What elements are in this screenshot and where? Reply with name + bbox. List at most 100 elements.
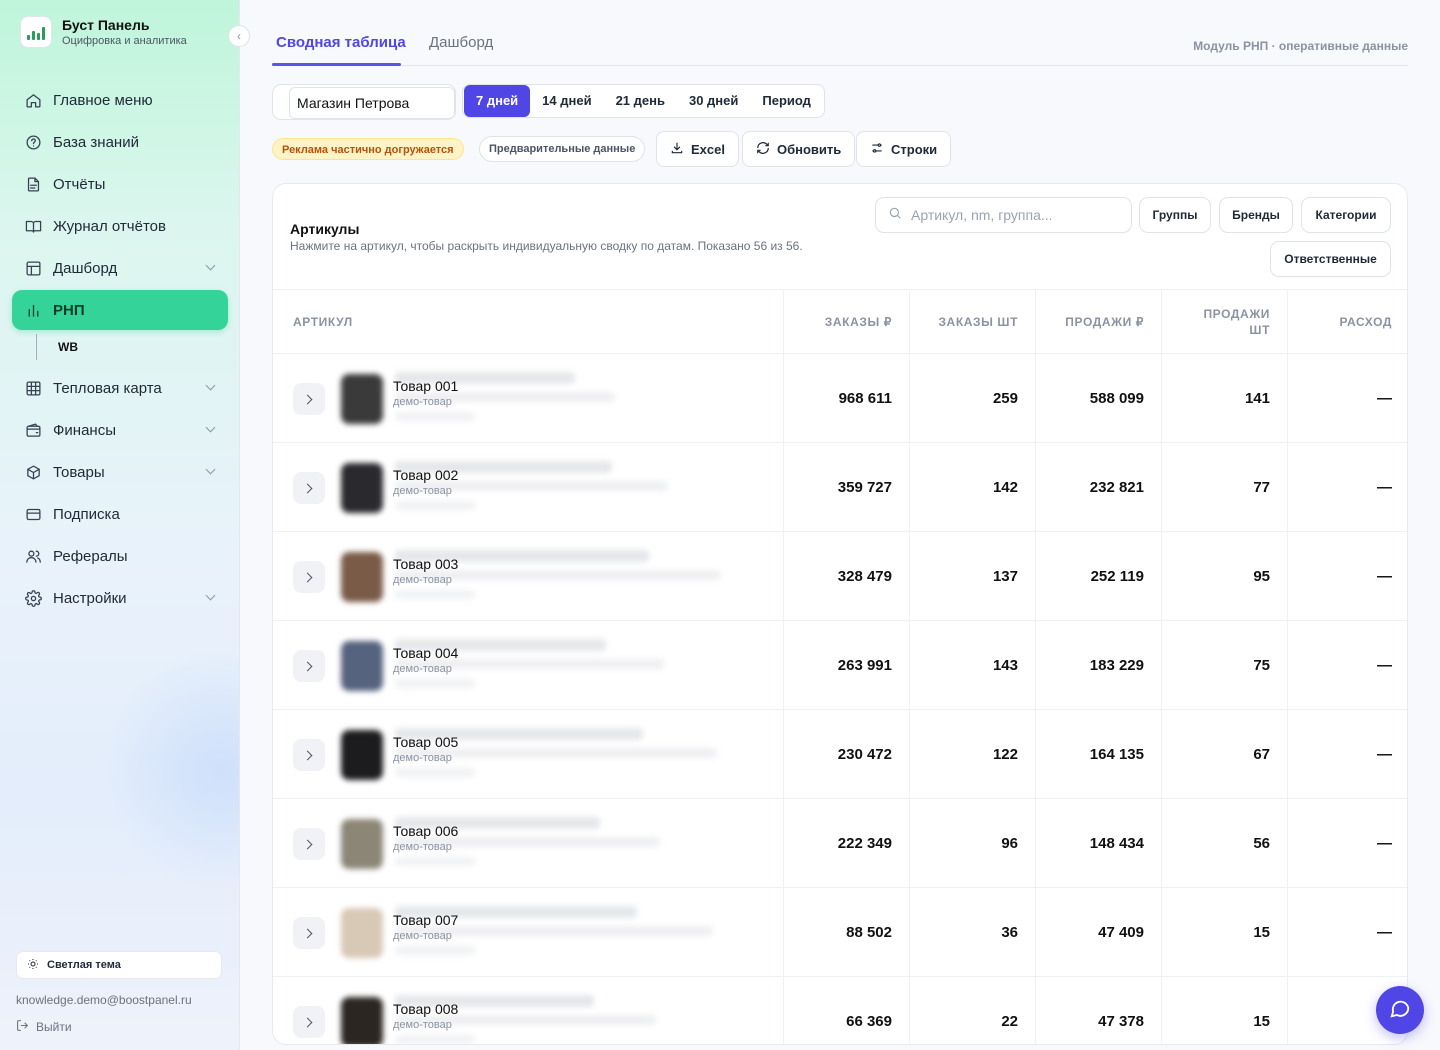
product-name[interactable]: Товар 005 — [393, 734, 458, 750]
categories-filter-button[interactable]: Категории — [1301, 197, 1391, 233]
support-chat-button[interactable] — [1376, 986, 1424, 1034]
cell-orders-qty: 96 — [909, 799, 1035, 888]
table-row[interactable]: Товар 002 демо-товар 359 727 142 232 821 77— — [273, 443, 1407, 532]
table-row[interactable]: Товар 004 демо-товар 263 991 143 183 229 75— — [273, 621, 1407, 710]
cell-sales-qty: 56 — [1161, 799, 1287, 888]
product-name[interactable]: Товар 008 — [393, 1001, 458, 1017]
store-select[interactable]: Магазин Петрова — [272, 84, 456, 120]
collapse-sidebar-button[interactable]: ‹ — [228, 25, 250, 47]
preliminary-data-badge: Предварительные данные — [479, 136, 646, 162]
book-open-icon — [24, 217, 42, 235]
sidebar-item-label: Рефералы — [53, 547, 128, 565]
chat-bubble-icon — [1389, 997, 1411, 1024]
user-email: knowledge.demo@boostpanel.ru — [16, 993, 192, 1007]
column-header[interactable]: ПРОДАЖИ ШТ — [1161, 290, 1287, 354]
product-name[interactable]: Товар 007 — [393, 912, 458, 928]
expand-row-button[interactable] — [293, 739, 325, 771]
expand-row-button[interactable] — [293, 917, 325, 949]
expand-row-button[interactable] — [293, 561, 325, 593]
period-option[interactable]: 7 дней — [464, 85, 531, 117]
layout-icon — [24, 259, 42, 277]
tab-dashboard[interactable]: Дашборд — [429, 34, 493, 51]
sidebar-item-products[interactable]: Товары — [12, 452, 228, 492]
column-header[interactable]: ЗАКАЗЫ ШТ — [909, 290, 1035, 354]
tab-summary-table[interactable]: Сводная таблица — [276, 34, 406, 51]
column-header[interactable]: АРТИКУЛ — [273, 290, 783, 354]
table-row[interactable]: Товар 003 демо-товар 328 479 137 252 119 95— — [273, 532, 1407, 621]
chevron-down-icon — [205, 422, 216, 433]
cell-orders-qty: 22 — [909, 977, 1035, 1044]
cell-sales-rub: 232 821 — [1035, 443, 1161, 532]
table-row[interactable]: Товар 005 демо-товар 230 472 122 164 135 67— — [273, 710, 1407, 799]
column-header[interactable]: РАСХОД — [1287, 290, 1407, 354]
sidebar: Буст Панель Оцифровка и аналитика Главно… — [0, 0, 240, 1050]
expand-row-button[interactable] — [293, 650, 325, 682]
gear-icon — [24, 589, 42, 607]
table-row[interactable]: Товар 007 демо-товар 88 502 36 47 409 15— — [273, 888, 1407, 977]
store-select-value: Магазин Петрова — [289, 87, 455, 119]
sidebar-subitem-wb[interactable]: WB — [36, 334, 228, 360]
column-header[interactable]: ЗАКАЗЫ ₽ — [783, 290, 909, 354]
sidebar-item-label: Финансы — [53, 421, 116, 439]
sidebar-item-label: Дашборд — [53, 259, 118, 277]
blurred-text — [395, 412, 475, 421]
cell-expense: — — [1287, 710, 1407, 799]
refresh-icon — [756, 141, 770, 158]
sidebar-item-home[interactable]: Главное меню — [12, 80, 228, 120]
sidebar-item-heatmap[interactable]: Тепловая карта — [12, 368, 228, 408]
articles-table-card: Артикулы Нажмите на артикул, чтобы раскр… — [272, 183, 1408, 1045]
blurred-text — [395, 946, 475, 955]
rows-settings-button[interactable]: Строки — [856, 131, 952, 167]
theme-toggle-button[interactable]: Светлая тема — [16, 951, 222, 979]
groups-filter-button[interactable]: Группы — [1139, 197, 1211, 233]
cell-orders-rub: 88 502 — [783, 888, 909, 977]
table-row[interactable]: Товар 008 демо-товар 66 369 22 47 378 15 — [273, 977, 1407, 1044]
column-header[interactable]: ПРОДАЖИ ₽ — [1035, 290, 1161, 354]
cell-orders-rub: 230 472 — [783, 710, 909, 799]
chevron-down-icon — [205, 380, 216, 391]
sidebar-item-dashboard[interactable]: Дашборд — [12, 248, 228, 288]
product-photo — [341, 997, 383, 1044]
product-name[interactable]: Товар 006 — [393, 823, 458, 839]
excel-export-button[interactable]: Excel — [656, 131, 739, 167]
brand[interactable]: Буст Панель Оцифровка и аналитика — [20, 16, 187, 48]
responsible-filter-button[interactable]: Ответственные — [1270, 241, 1391, 277]
expand-row-button[interactable] — [293, 1006, 325, 1038]
sidebar-item-rnp[interactable]: РНП — [12, 290, 228, 330]
sidebar-item-finance[interactable]: Финансы — [12, 410, 228, 450]
cell-orders-rub: 263 991 — [783, 621, 909, 710]
period-option[interactable]: 30 дней — [677, 85, 750, 117]
period-option[interactable]: 21 день — [604, 85, 677, 117]
chevron-right-icon — [302, 661, 313, 671]
expand-row-button[interactable] — [293, 383, 325, 415]
sidebar-item-subscription[interactable]: Подписка — [12, 494, 228, 534]
table-row[interactable]: Товар 006 демо-товар 222 349 96 148 434 56— — [273, 799, 1407, 888]
refresh-button[interactable]: Обновить — [742, 131, 856, 167]
product-name[interactable]: Товар 001 — [393, 378, 458, 394]
sidebar-item-knowledge-base[interactable]: База знаний — [12, 122, 228, 162]
sidebar-item-reports-journal[interactable]: Журнал отчётов — [12, 206, 228, 246]
product-name[interactable]: Товар 003 — [393, 556, 458, 572]
sidebar-nav: Главное меню База знаний Отчёты Журнал отчё… — [12, 80, 228, 620]
sidebar-item-settings[interactable]: Настройки — [12, 578, 228, 618]
product-tag: демо-товар — [393, 841, 452, 853]
period-option[interactable]: Период — [750, 85, 823, 117]
table-row[interactable]: Товар 001 демо-товар 968 611 259 588 099 141— — [273, 354, 1407, 443]
product-name[interactable]: Товар 004 — [393, 645, 458, 661]
sidebar-item-reports[interactable]: Отчёты — [12, 164, 228, 204]
table-header: АРТИКУЛ ЗАКАЗЫ ₽ ЗАКАЗЫ ШТ ПРОДАЖИ ₽ ПРОДАЖИ… — [273, 289, 1407, 354]
product-name[interactable]: Товар 002 — [393, 467, 458, 483]
chevron-right-icon — [302, 839, 313, 849]
search-input[interactable] — [911, 207, 1111, 223]
product-photo — [341, 908, 383, 958]
wallet-icon — [24, 421, 42, 439]
logout-button[interactable]: Выйти — [16, 1019, 72, 1035]
period-option[interactable]: 14 дней — [530, 85, 603, 117]
card-icon — [24, 505, 42, 523]
expand-row-button[interactable] — [293, 828, 325, 860]
brands-filter-button[interactable]: Бренды — [1219, 197, 1293, 233]
bar-chart-icon — [24, 301, 42, 319]
sidebar-item-referrals[interactable]: Рефералы — [12, 536, 228, 576]
expand-row-button[interactable] — [293, 472, 325, 504]
product-tag: демо-товар — [393, 752, 452, 764]
